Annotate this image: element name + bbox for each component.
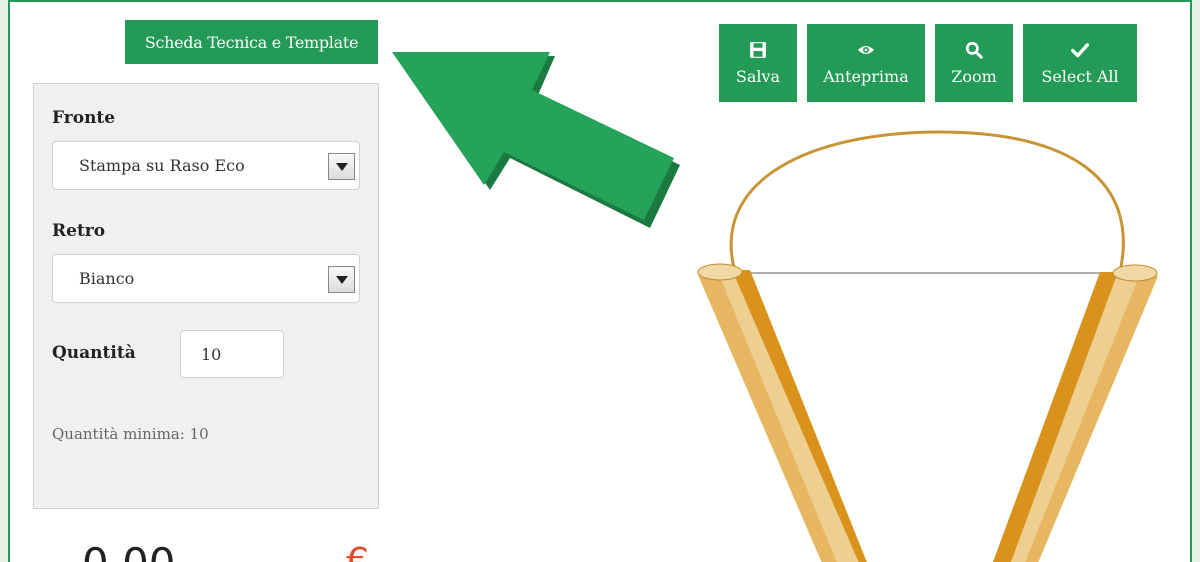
back-label: Retro [52, 221, 106, 241]
save-button-label: Salva [735, 66, 781, 86]
back-select[interactable]: Bianco [52, 254, 360, 303]
technical-sheet-button[interactable]: Scheda Tecnica e Template [125, 20, 378, 64]
zoom-button-label: Zoom [951, 66, 997, 86]
quantity-input[interactable]: 10 [180, 330, 284, 378]
search-icon [965, 41, 983, 59]
pennant-preview [697, 130, 1158, 562]
save-icon [750, 41, 766, 58]
chevron-down-icon[interactable] [328, 266, 355, 293]
front-select[interactable]: Stampa su Raso Eco [52, 141, 360, 190]
select-all-button-label: Select All [1041, 66, 1119, 86]
back-select-value: Bianco [79, 269, 135, 288]
minimum-quantity-text: Quantità minima: 10 [52, 425, 209, 443]
preview-button[interactable]: Anteprima [807, 24, 925, 102]
pennant-left-edge [697, 263, 867, 562]
select-all-button[interactable]: Select All [1023, 24, 1137, 102]
quantity-label: Quantità [52, 343, 136, 363]
preview-button-label: Anteprima [823, 66, 909, 86]
currency-symbol: € [346, 541, 369, 562]
price-amount: 0,00 [82, 539, 176, 562]
front-label: Fronte [52, 108, 116, 128]
pointer-arrow-icon [392, 52, 680, 228]
pennant-right-edge [992, 264, 1158, 562]
options-panel: Fronte Stampa su Raso Eco Retro Bianco Q… [33, 83, 379, 509]
front-select-value: Stampa su Raso Eco [79, 156, 245, 175]
check-icon [1071, 42, 1089, 57]
chevron-down-icon[interactable] [328, 153, 355, 180]
save-button[interactable]: Salva [719, 24, 797, 102]
eye-icon [858, 45, 874, 54]
zoom-button[interactable]: Zoom [935, 24, 1013, 102]
